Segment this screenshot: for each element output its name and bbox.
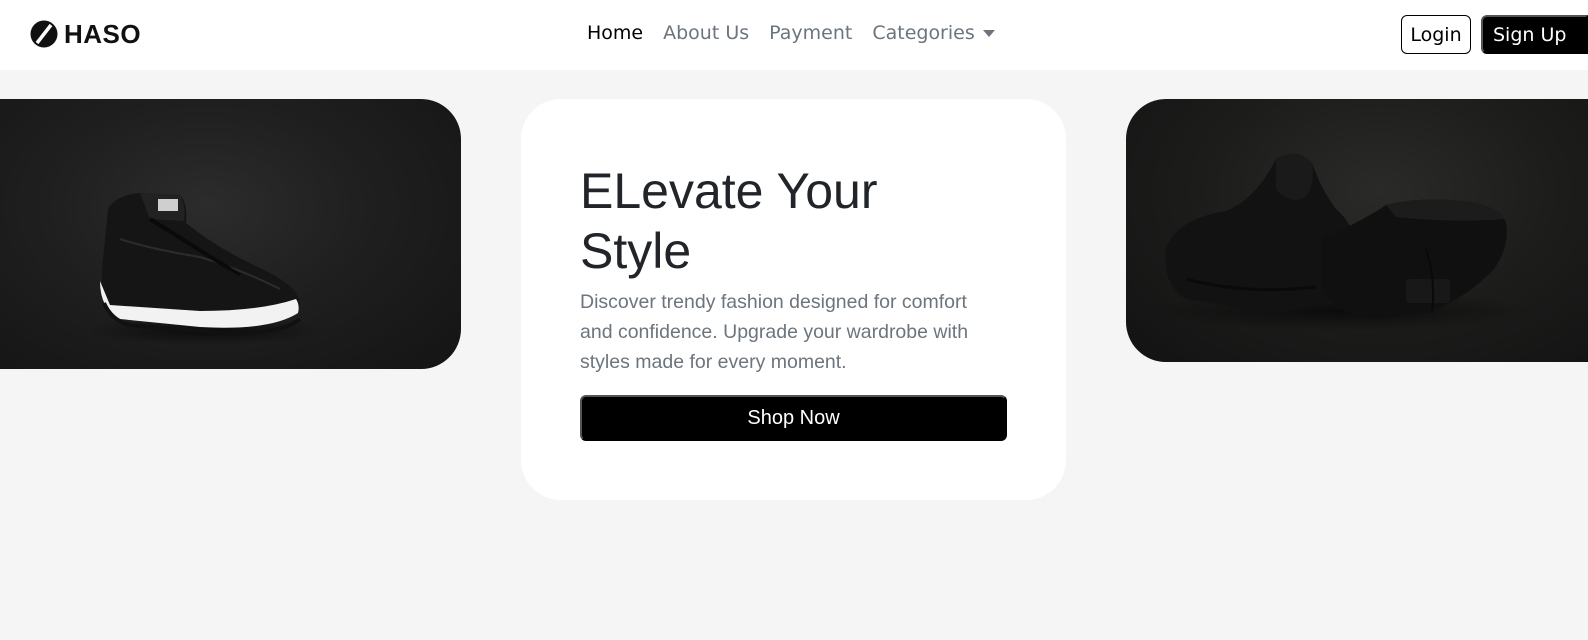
black-hoodie-and-pants-image xyxy=(1126,99,1588,362)
slash-circle-icon xyxy=(30,20,58,48)
login-button[interactable]: Login xyxy=(1401,15,1471,54)
hero-card: ELevate Your Style Discover trendy fashi… xyxy=(521,99,1066,500)
caret-down-icon xyxy=(982,29,995,37)
nav-dropdown-label: Categories xyxy=(872,22,975,44)
hero-description: Discover trendy fashion designed for com… xyxy=(580,291,969,373)
signup-button[interactable]: Sign Up xyxy=(1481,15,1588,54)
brand-name: HASO xyxy=(64,18,142,49)
nav-link-about[interactable]: About Us xyxy=(663,22,749,44)
shop-now-button[interactable]: Shop Now xyxy=(580,395,1007,441)
top-navbar: HASO Home About Us Payment Categories Lo… xyxy=(0,0,1588,70)
main-nav: Home About Us Payment Categories xyxy=(587,22,1015,44)
nav-dropdown-categories[interactable]: Categories xyxy=(872,22,995,44)
brand-logo[interactable]: HASO xyxy=(30,19,141,49)
nav-link-payment[interactable]: Payment xyxy=(769,22,852,44)
hero-title: ELevate Your Style xyxy=(580,163,878,279)
black-sneaker-image xyxy=(0,99,461,369)
nav-link-home[interactable]: Home xyxy=(587,22,643,44)
